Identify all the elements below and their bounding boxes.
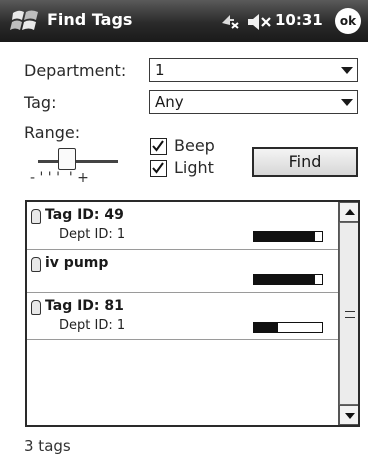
signal-fill bbox=[254, 232, 316, 241]
signal-fill bbox=[254, 323, 278, 332]
arrow-down-icon bbox=[345, 413, 355, 419]
tag-icon bbox=[31, 300, 41, 315]
title-bar: Find Tags 10:31 ok bbox=[0, 0, 368, 42]
ok-button[interactable]: ok bbox=[335, 8, 361, 34]
check-icon bbox=[152, 162, 164, 174]
tag-title: iv pump bbox=[45, 255, 109, 271]
chevron-down-icon bbox=[341, 99, 353, 106]
tag-label: Tag: bbox=[24, 93, 57, 112]
scroll-thumb[interactable] bbox=[339, 222, 358, 405]
tag-list: Tag ID: 49 Dept ID: 1 iv pump Tag ID: 81… bbox=[25, 200, 360, 427]
range-slider-thumb[interactable] bbox=[58, 148, 76, 170]
chevron-down-icon bbox=[341, 67, 353, 74]
light-checkbox[interactable] bbox=[150, 160, 167, 177]
scroll-down-button[interactable] bbox=[339, 405, 358, 425]
grip-icon bbox=[345, 311, 355, 318]
volume-muted-icon[interactable] bbox=[246, 12, 272, 32]
scroll-up-button[interactable] bbox=[339, 202, 358, 222]
range-slider-ticks: - ' ' ' ' + bbox=[30, 170, 89, 186]
arrow-up-icon bbox=[345, 209, 355, 215]
signal-bar bbox=[253, 274, 323, 285]
app-title: Find Tags bbox=[47, 10, 133, 29]
check-icon bbox=[152, 140, 164, 152]
tag-title: Tag ID: 49 bbox=[45, 207, 124, 223]
tag-dept: Dept ID: 1 bbox=[59, 318, 126, 333]
tag-select[interactable]: Any bbox=[149, 90, 358, 114]
tag-count-status: 3 tags bbox=[24, 437, 71, 455]
tag-title: Tag ID: 81 bbox=[45, 298, 124, 314]
find-button[interactable]: Find bbox=[252, 147, 358, 177]
list-scrollbar[interactable] bbox=[338, 202, 358, 425]
signal-bar bbox=[253, 322, 323, 333]
tag-dept: Dept ID: 1 bbox=[59, 227, 126, 242]
start-menu-icon[interactable] bbox=[10, 6, 40, 36]
range-slider-track[interactable] bbox=[38, 160, 118, 163]
beep-label: Beep bbox=[174, 136, 215, 155]
tag-icon bbox=[31, 209, 41, 224]
tag-icon bbox=[31, 257, 41, 272]
connectivity-icon[interactable] bbox=[218, 11, 242, 33]
department-select[interactable]: 1 bbox=[149, 58, 358, 82]
clock[interactable]: 10:31 bbox=[275, 11, 323, 29]
list-item[interactable]: Tag ID: 49 Dept ID: 1 bbox=[27, 202, 338, 250]
signal-fill bbox=[254, 275, 316, 284]
signal-bar bbox=[253, 231, 323, 242]
tag-value: Any bbox=[155, 93, 184, 111]
beep-checkbox[interactable] bbox=[150, 138, 167, 155]
list-item[interactable]: Tag ID: 81 Dept ID: 1 bbox=[27, 293, 338, 340]
list-item[interactable]: iv pump bbox=[27, 250, 338, 293]
range-label: Range: bbox=[24, 123, 81, 142]
department-value: 1 bbox=[155, 61, 165, 79]
department-label: Department: bbox=[24, 61, 127, 80]
light-label: Light bbox=[174, 158, 214, 177]
